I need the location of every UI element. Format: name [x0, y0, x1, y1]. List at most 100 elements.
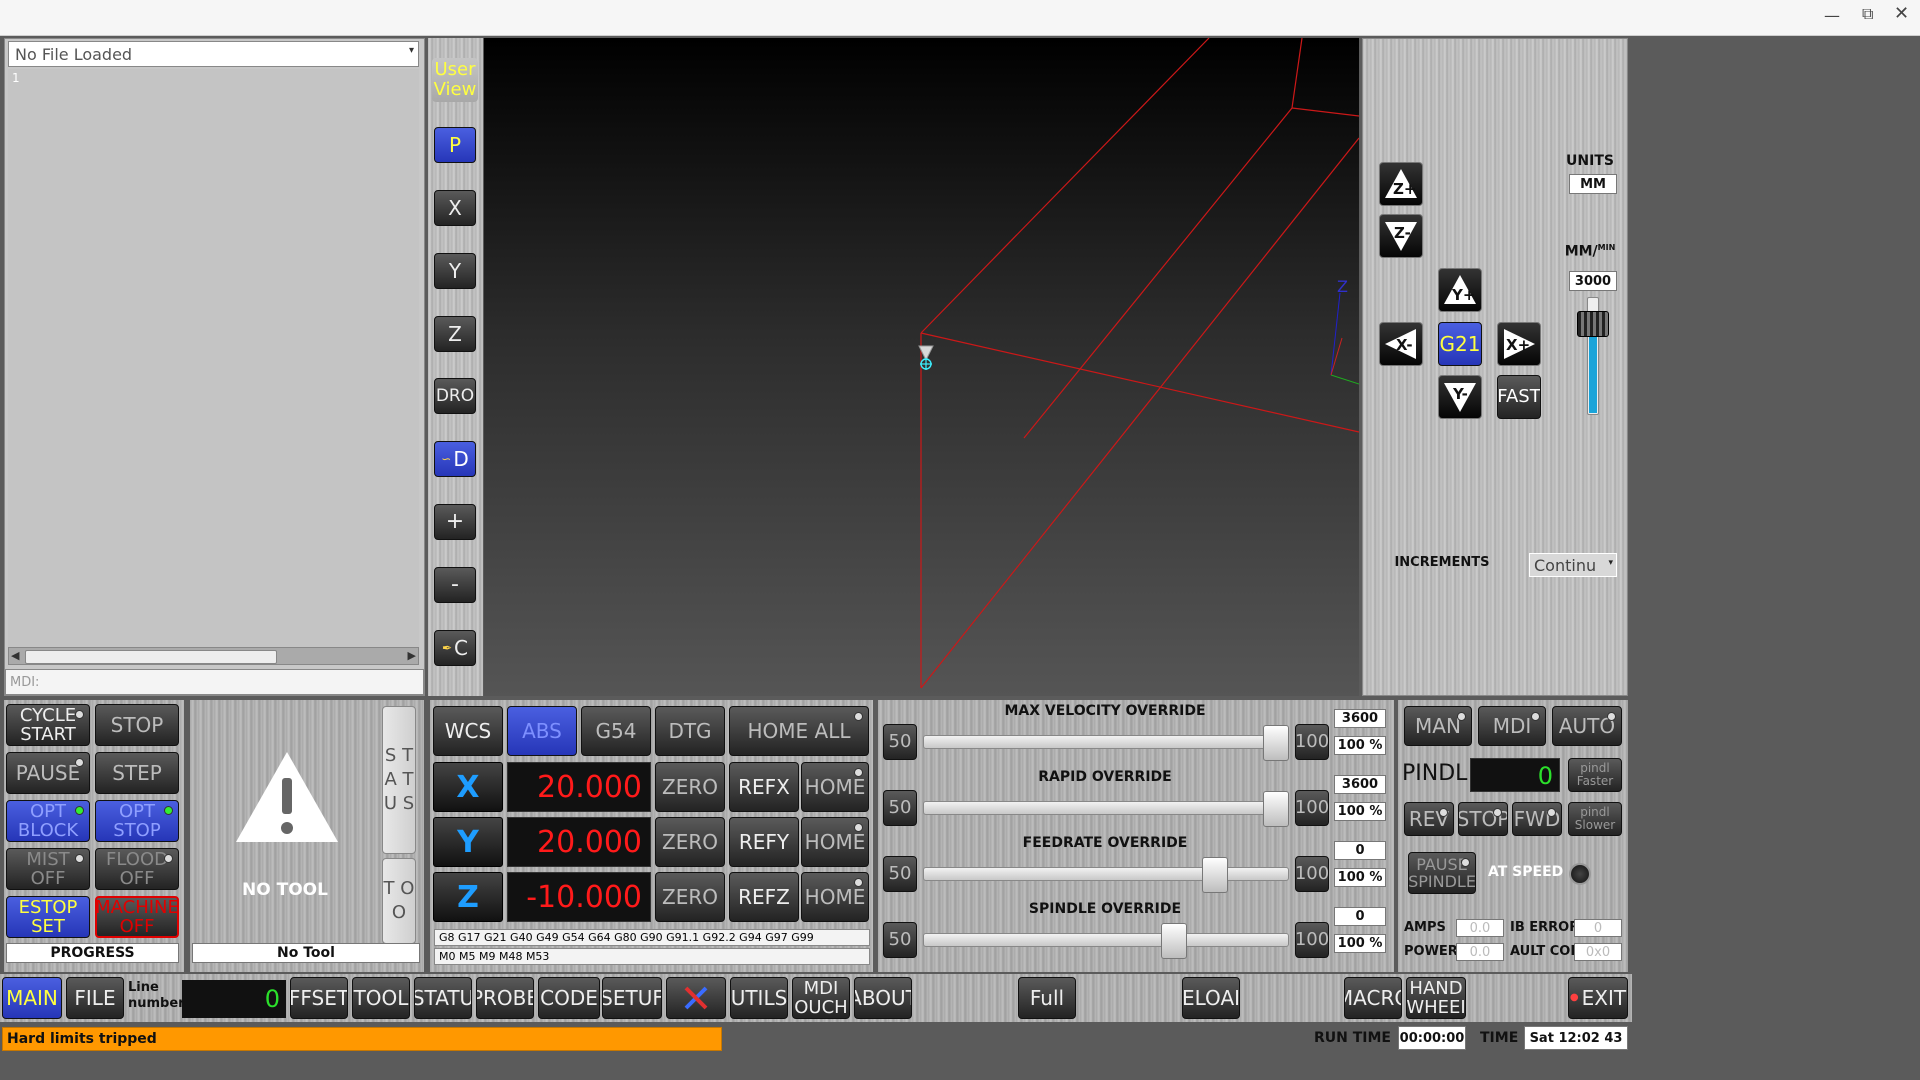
override-slider-handle[interactable] [1263, 791, 1289, 827]
spindle-faster-button[interactable]: pindl Faster [1568, 758, 1622, 792]
home-x-button[interactable]: HOME [801, 762, 869, 812]
jog-z-minus-button[interactable]: Z- [1379, 214, 1423, 258]
step-button[interactable]: STEP [95, 752, 179, 794]
opt-stop-button[interactable]: OPT STOP [95, 800, 179, 842]
tab-tool[interactable]: TOOL [352, 977, 410, 1019]
tab-mdi-touch[interactable]: MDI OUCH [792, 977, 850, 1019]
scrollbar-thumb[interactable] [25, 650, 277, 664]
override-min-button[interactable]: 50 [883, 790, 917, 826]
jog-g21-button[interactable]: G21 [1438, 322, 1482, 366]
home-y-button[interactable]: HOME [801, 817, 869, 867]
tab-utils[interactable]: UTILS [730, 977, 788, 1019]
tab-main[interactable]: MAIN [2, 977, 62, 1019]
view-x-button[interactable]: X [434, 190, 476, 226]
override-slider-handle[interactable] [1161, 923, 1187, 959]
axis-x-button[interactable]: X [433, 762, 503, 812]
jog-rate-handle[interactable] [1577, 310, 1609, 337]
fullscreen-button[interactable]: Full [1018, 977, 1076, 1019]
file-select[interactable]: No File Loaded ▾ [8, 41, 419, 67]
clear-button[interactable]: ✒ C [434, 630, 476, 666]
override-slider-track[interactable] [923, 801, 1289, 815]
view-dro-button[interactable]: DRO [434, 378, 476, 414]
tab-offset[interactable]: FFSET [290, 977, 348, 1019]
view-d-button[interactable]: ∽ D [434, 441, 476, 477]
wcs-button[interactable]: WCS [433, 706, 503, 756]
spindle-fwd-button[interactable]: FWD [1512, 802, 1562, 836]
tab-hand-wheel[interactable]: HAND WHEEI [1406, 977, 1466, 1019]
toolpath-preview[interactable]: Z [484, 38, 1359, 696]
opt-block-button[interactable]: OPT BLOCK [6, 800, 90, 842]
tab-status[interactable]: STATU [414, 977, 472, 1019]
estop-set-button[interactable]: ESTOP SET [6, 896, 90, 938]
zoom-in-button[interactable]: + [434, 504, 476, 540]
stop-button[interactable]: STOP [95, 704, 179, 746]
tab-about[interactable]: ABOUT [854, 977, 912, 1019]
increments-select[interactable]: Continu ▾ [1529, 553, 1617, 577]
refy-button[interactable]: REFY [729, 817, 799, 867]
flood-off-button[interactable]: FLOOD OFF [95, 848, 179, 890]
mdi-input[interactable]: MDI: [5, 669, 424, 695]
gcode-editor[interactable]: 1 [8, 69, 419, 655]
mode-man-button[interactable]: MAN [1404, 706, 1472, 746]
override-max-button[interactable]: 100 [1295, 856, 1329, 892]
override-slider-handle[interactable] [1263, 725, 1289, 761]
mist-off-button[interactable]: MIST OFF [6, 848, 90, 890]
dtg-button[interactable]: DTG [655, 706, 725, 756]
tab-file[interactable]: FILE [66, 977, 124, 1019]
spindle-slower-button[interactable]: pindl Slower [1568, 802, 1622, 836]
zero-z-button[interactable]: ZERO [655, 872, 725, 922]
axis-y-button[interactable]: Y [433, 817, 503, 867]
jog-z-plus-button[interactable]: Z+ [1379, 162, 1423, 206]
pause-spindle-button[interactable]: PAUSE SPINDLE [1408, 852, 1476, 894]
cycle-start-button[interactable]: CYCLE START [6, 704, 90, 746]
refz-button[interactable]: REFZ [729, 872, 799, 922]
reload-button[interactable]: ELOAI [1182, 977, 1240, 1019]
override-max-button[interactable]: 100 [1295, 790, 1329, 826]
horizontal-scrollbar[interactable]: ◀ ▶ [8, 647, 419, 665]
maximize-icon[interactable]: ⧉ [1862, 4, 1873, 24]
tab-tools-settings[interactable] [666, 977, 726, 1019]
home-z-button[interactable]: HOME [801, 872, 869, 922]
jog-y-minus-button[interactable]: Y- [1438, 375, 1482, 419]
override-min-button[interactable]: 50 [883, 922, 917, 958]
zero-y-button[interactable]: ZERO [655, 817, 725, 867]
override-slider-handle[interactable] [1201, 857, 1228, 893]
override-min-button[interactable]: 50 [883, 724, 917, 760]
g54-button[interactable]: G54 [581, 706, 651, 756]
abs-button[interactable]: ABS [507, 706, 577, 756]
tab-probe[interactable]: PROBE [476, 977, 534, 1019]
status-tab[interactable]: S T A T U S [382, 706, 416, 854]
view-z-button[interactable]: Z [434, 316, 476, 352]
pause-button[interactable]: PAUSE [6, 752, 90, 794]
override-slider-track[interactable] [923, 867, 1289, 881]
minimize-icon[interactable]: — [1824, 6, 1840, 25]
override-slider-track[interactable] [923, 933, 1289, 947]
mode-auto-button[interactable]: AUTO [1552, 706, 1622, 746]
tab-setup[interactable]: SETUF [602, 977, 662, 1019]
tab-gcode[interactable]: CODE [538, 977, 600, 1019]
scroll-left-icon[interactable]: ◀ [11, 649, 19, 662]
user-view-button[interactable]: User View [432, 58, 478, 102]
mode-mdi-button[interactable]: MDI [1478, 706, 1546, 746]
jog-x-plus-button[interactable]: X+ [1497, 322, 1541, 366]
spindle-stop-button[interactable]: STOP [1458, 802, 1508, 836]
view-p-button[interactable]: P [434, 127, 476, 163]
jog-fast-button[interactable]: FAST [1497, 375, 1541, 419]
home-all-button[interactable]: HOME ALL [729, 706, 869, 756]
zoom-out-button[interactable]: - [434, 567, 476, 603]
spindle-rev-button[interactable]: REV [1404, 802, 1454, 836]
scroll-right-icon[interactable]: ▶ [408, 649, 416, 662]
exit-button[interactable]: ● EXIT [1568, 977, 1628, 1019]
close-icon[interactable]: ✕ [1894, 3, 1909, 24]
override-min-button[interactable]: 50 [883, 856, 917, 892]
refx-button[interactable]: REFX [729, 762, 799, 812]
machine-off-button[interactable]: MACHINE OFF [95, 896, 179, 938]
tab-macro[interactable]: MACRO [1344, 977, 1402, 1019]
override-slider-track[interactable] [923, 735, 1289, 749]
override-max-button[interactable]: 100 [1295, 922, 1329, 958]
view-y-button[interactable]: Y [434, 253, 476, 289]
jog-x-minus-button[interactable]: X- [1379, 322, 1423, 366]
tool-tab[interactable]: T O O [382, 858, 416, 944]
zero-x-button[interactable]: ZERO [655, 762, 725, 812]
override-max-button[interactable]: 100 [1295, 724, 1329, 760]
